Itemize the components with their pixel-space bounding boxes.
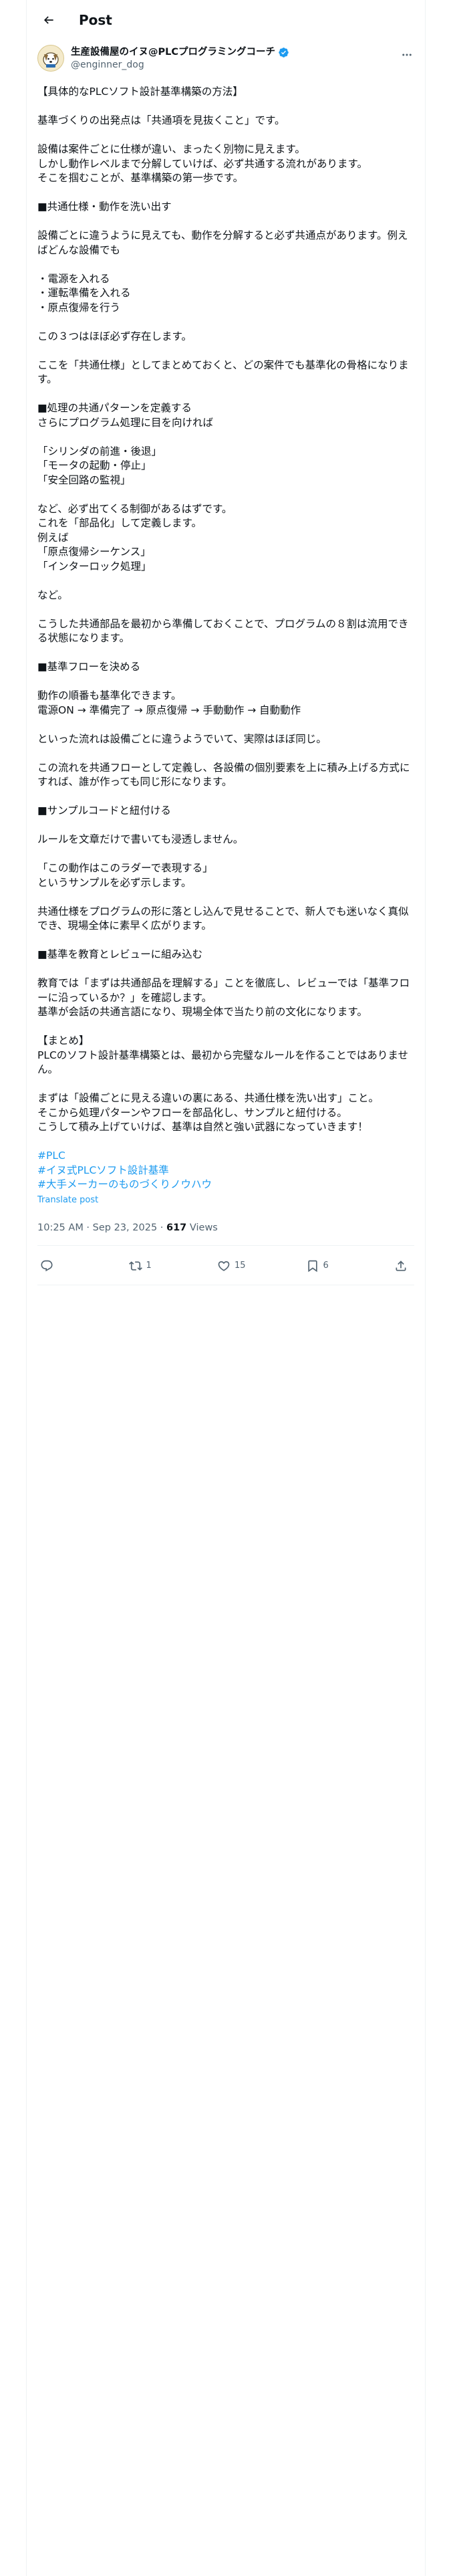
- translate-post-link[interactable]: Translate post: [27, 1195, 425, 1205]
- share-button[interactable]: [394, 1259, 408, 1273]
- post-paragraph: など、必ず出てくる制御があるはずです。 これを「部品化」して定義します。 例えば…: [37, 502, 233, 572]
- hashtag-link[interactable]: #イヌ式PLCソフト設計基準: [37, 1164, 414, 1178]
- post-paragraph: 「シリンダの前進・後退」 「モータの起動・停止」 「安全回路の監視」: [37, 445, 162, 486]
- post-text: 【具体的なPLCソフト設計基準構築の方法】 基準づくりの出発点は「共通項を見抜く…: [27, 72, 425, 1135]
- post-paragraph: 教育では「まずは共通部品を理解する」ことを徹底し、レビューでは「基準フローに沿っ…: [37, 977, 410, 1018]
- bookmark-button[interactable]: 6: [306, 1259, 346, 1273]
- post-paragraph: ■サンプルコードと紐付ける: [37, 804, 171, 817]
- bookmark-count: 6: [323, 1261, 329, 1271]
- post-date[interactable]: Sep 23, 2025: [93, 1222, 158, 1233]
- views-label: Views: [186, 1222, 218, 1233]
- display-name[interactable]: 生産設備屋のイヌ@PLCプログラミングコーチ: [71, 45, 275, 59]
- author-handle[interactable]: @enginner_dog: [71, 59, 289, 71]
- more-dots-icon: [402, 53, 412, 56]
- post-paragraph: といった流れは設備ごとに違うようでいて、実際はほぼ同じ。: [37, 732, 327, 745]
- post-paragraph: など。: [37, 588, 68, 601]
- like-button[interactable]: 15: [217, 1259, 257, 1273]
- hashtag-list: #PLC #イヌ式PLCソフト設計基準 #大手メーカーのものづくりノウハウ: [27, 1149, 425, 1192]
- post-paragraph: ■基準を教育とレビューに組み込む: [37, 948, 203, 960]
- post-paragraph: ■処理の共通パターンを定義する さらにプログラム処理に目を向ければ: [37, 402, 214, 429]
- post-paragraph: この３つはほぼ必ず存在します。: [37, 330, 192, 342]
- hashtag-link[interactable]: #大手メーカーのものづくりノウハウ: [37, 1178, 414, 1192]
- post-paragraph: ここを「共通仕様」としてまとめておくと、どの案件でも基準化の骨格になります。: [37, 358, 409, 386]
- meta-separator: ·: [83, 1222, 93, 1233]
- share-icon: [396, 1260, 406, 1271]
- post-paragraph: 【まとめ】 PLCのソフト設計基準構築とは、最初から完璧なルールを作ることではあ…: [37, 1035, 408, 1075]
- back-arrow-icon: [43, 15, 53, 24]
- reply-button[interactable]: [40, 1259, 80, 1273]
- more-options-button[interactable]: [400, 47, 414, 62]
- display-name-row: 生産設備屋のイヌ@PLCプログラミングコーチ: [71, 45, 289, 59]
- post-paragraph: 設備ごとに違うように見えても、動作を分解すると必ず共通点があります。例えばどんな…: [37, 229, 408, 256]
- meta-separator: ·: [157, 1222, 166, 1233]
- reply-icon: [41, 1260, 53, 1271]
- author-row: 生産設備屋のイヌ@PLCプログラミングコーチ @enginner_dog: [27, 39, 425, 72]
- hashtag-link[interactable]: #PLC: [37, 1149, 414, 1164]
- post-paragraph: 「この動作はこのラダーで表現する」 というサンプルを必ず示します。: [37, 862, 213, 889]
- avatar[interactable]: [37, 45, 64, 72]
- page-title: Post: [79, 11, 112, 28]
- like-count: 15: [235, 1261, 246, 1271]
- author-info: 生産設備屋のイヌ@PLCプログラミングコーチ @enginner_dog: [71, 45, 289, 71]
- post-paragraph: 共通仕様をプログラムの形に落とし込んで見せることで、新人でも迷いなく真似でき、現…: [37, 905, 409, 932]
- post-meta: 10:25 AM · Sep 23, 2025 · 617 Views: [27, 1221, 425, 1235]
- views-count: 617: [166, 1222, 187, 1233]
- back-button[interactable]: [37, 9, 60, 31]
- post-paragraph: 設備は案件ごとに仕様が違い、まったく別物に見えます。 しかし動作レベルまで分解し…: [37, 143, 367, 184]
- post-paragraph: ■基準フローを決める: [37, 661, 141, 673]
- repost-count: 1: [146, 1261, 152, 1271]
- post-paragraph: 【具体的なPLCソフト設計基準構築の方法】: [37, 86, 243, 98]
- dog-avatar-icon: [43, 52, 59, 68]
- post-paragraph: まずは「設備ごとに見える違いの裏にある、共通仕様を洗い出す」こと。 そこから処理…: [37, 1092, 380, 1133]
- post-paragraph: こうした共通部品を最初から準備しておくことで、プログラムの８割は流用できる状態に…: [37, 617, 409, 645]
- post-paragraph: この流れを共通フローとして定義し、各設備の個別要素を上に積み上げる方式にすれば、…: [37, 761, 410, 788]
- post-paragraph: ■共通仕様・動作を洗い出す: [37, 201, 172, 213]
- repost-icon: [128, 1261, 142, 1271]
- top-bar: Post: [27, 0, 425, 39]
- post-paragraph: 動作の順番も基準化できます。 電源ON → 準備完了 → 原点復帰 → 手動動作…: [37, 689, 301, 716]
- action-bar: 1 15 6: [27, 1246, 425, 1279]
- post-paragraph: ルールを文章だけで書いても浸透しません。: [37, 833, 244, 845]
- post-paragraph: 基準づくりの出発点は「共通項を見抜くこと」です。: [37, 114, 285, 126]
- repost-button[interactable]: 1: [128, 1259, 169, 1273]
- post-column: Post 生産設備屋のイヌ@PLCプログラミングコーチ @enginner_do…: [26, 0, 426, 2576]
- verified-badge-icon[interactable]: [278, 47, 289, 58]
- post-time[interactable]: 10:25 AM: [37, 1222, 84, 1233]
- heart-icon: [218, 1261, 230, 1271]
- post-paragraph: ・電源を入れる ・運転準備を入れる ・原点復帰を行う: [37, 272, 131, 314]
- bookmark-icon: [307, 1260, 317, 1272]
